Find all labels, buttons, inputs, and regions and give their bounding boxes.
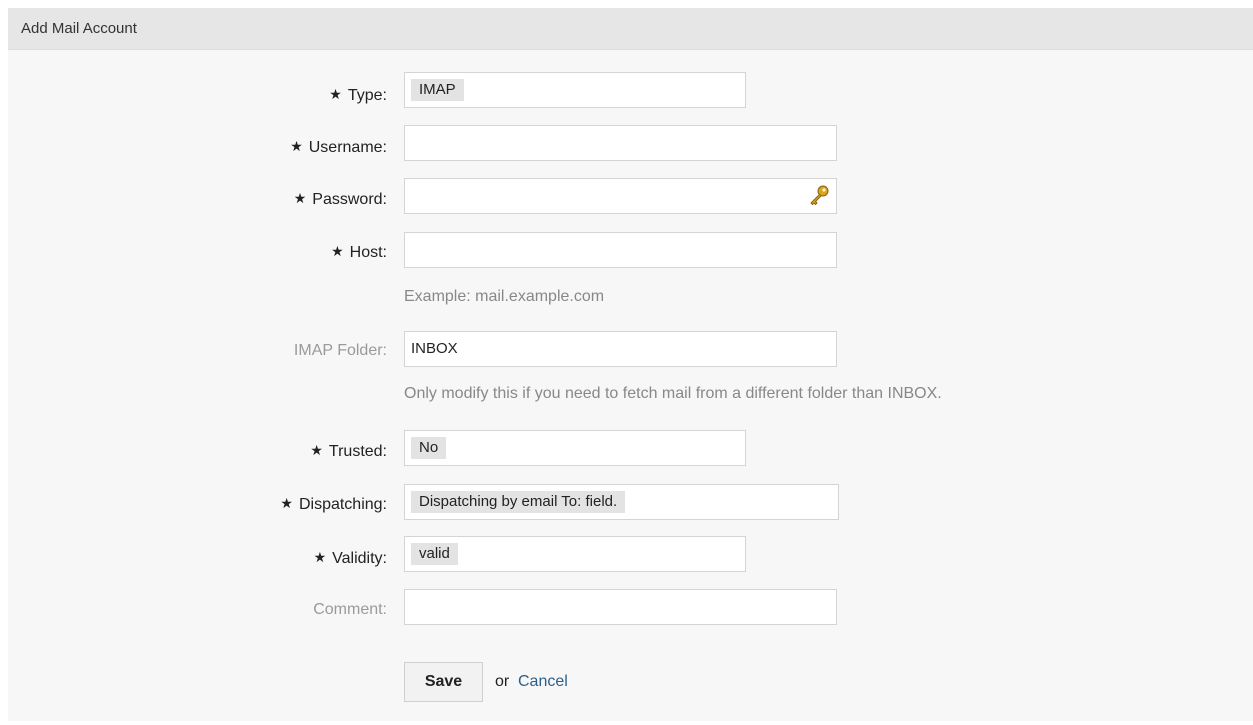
required-marker: ★ (293, 190, 307, 206)
validity-select[interactable]: valid (404, 536, 746, 572)
type-selected-value: IMAP (411, 79, 464, 101)
host-label: ★ Host: (331, 243, 387, 261)
panel-header: Add Mail Account (8, 8, 1253, 50)
dispatching-label: ★ Dispatching: (280, 495, 387, 513)
required-marker: ★ (290, 138, 303, 154)
trusted-label: ★ Trusted: (310, 442, 387, 460)
type-select[interactable]: IMAP (404, 72, 746, 108)
required-marker: ★ (329, 86, 342, 102)
required-marker: ★ (313, 549, 327, 565)
comment-label: Comment: (313, 601, 387, 618)
page: Add Mail Account ★ Type: IMAP ★ Username: … (0, 0, 1253, 725)
imap-folder-value: INBOX (411, 340, 458, 357)
username-label: ★ Username: (290, 138, 387, 156)
username-field[interactable] (404, 125, 837, 161)
or-text: or (495, 673, 510, 690)
validity-label: ★ Validity: (313, 549, 387, 567)
imap-folder-label: IMAP Folder: (293, 342, 387, 359)
host-hint: Example: mail.example.com (404, 288, 605, 305)
comment-field[interactable] (404, 589, 837, 625)
validity-selected-value: valid (411, 543, 458, 565)
host-field[interactable] (404, 232, 837, 268)
dispatching-selected-value: Dispatching by email To: field. (411, 491, 626, 513)
required-marker: ★ (310, 442, 323, 458)
imap-folder-hint: Only modify this if you need to fetch ma… (404, 385, 942, 402)
trusted-select[interactable]: No (404, 430, 746, 466)
password-label: ★ Password: (293, 190, 387, 208)
panel-title: Add Mail Account (21, 20, 137, 37)
save-button[interactable]: Save (404, 662, 483, 702)
dispatching-select[interactable]: Dispatching by email To: field. (404, 484, 839, 520)
type-label: ★ Type: (329, 86, 387, 104)
trusted-selected-value: No (411, 437, 447, 459)
imap-folder-field[interactable]: INBOX (404, 331, 837, 367)
required-marker: ★ (280, 495, 293, 511)
add-mail-account-panel: Add Mail Account ★ Type: IMAP ★ Username: … (8, 8, 1253, 721)
cancel-link[interactable]: Cancel (518, 673, 568, 691)
password-field[interactable] (404, 178, 837, 214)
key-icon[interactable] (807, 184, 831, 208)
required-marker: ★ (331, 243, 344, 259)
